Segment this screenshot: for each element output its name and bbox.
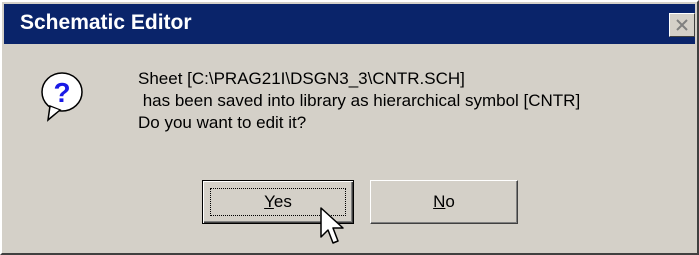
- window-title: Schematic Editor: [20, 11, 192, 34]
- close-icon: [676, 19, 688, 31]
- message-line-1: Sheet [C:\PRAG21I\DSGN3_3\CNTR.SCH]: [138, 69, 465, 88]
- message-line-2: has been saved into library as hierarchi…: [138, 91, 581, 110]
- message-text: Sheet [C:\PRAG21I\DSGN3_3\CNTR.SCH] has …: [138, 68, 580, 134]
- mouse-pointer-icon: [320, 207, 344, 244]
- close-button[interactable]: [669, 13, 695, 37]
- message-dialog: Schematic Editor ? Sheet [C:\PRAG21I\DSG…: [0, 0, 699, 255]
- no-label-rest: o: [445, 192, 455, 211]
- no-accelerator: N: [433, 192, 446, 211]
- svg-text:?: ?: [53, 77, 70, 108]
- message-line-3: Do you want to edit it?: [138, 113, 307, 132]
- no-button[interactable]: No: [370, 180, 518, 224]
- no-button-label: No: [433, 192, 455, 212]
- question-icon: ?: [41, 72, 83, 122]
- title-bar[interactable]: Schematic Editor: [4, 4, 695, 44]
